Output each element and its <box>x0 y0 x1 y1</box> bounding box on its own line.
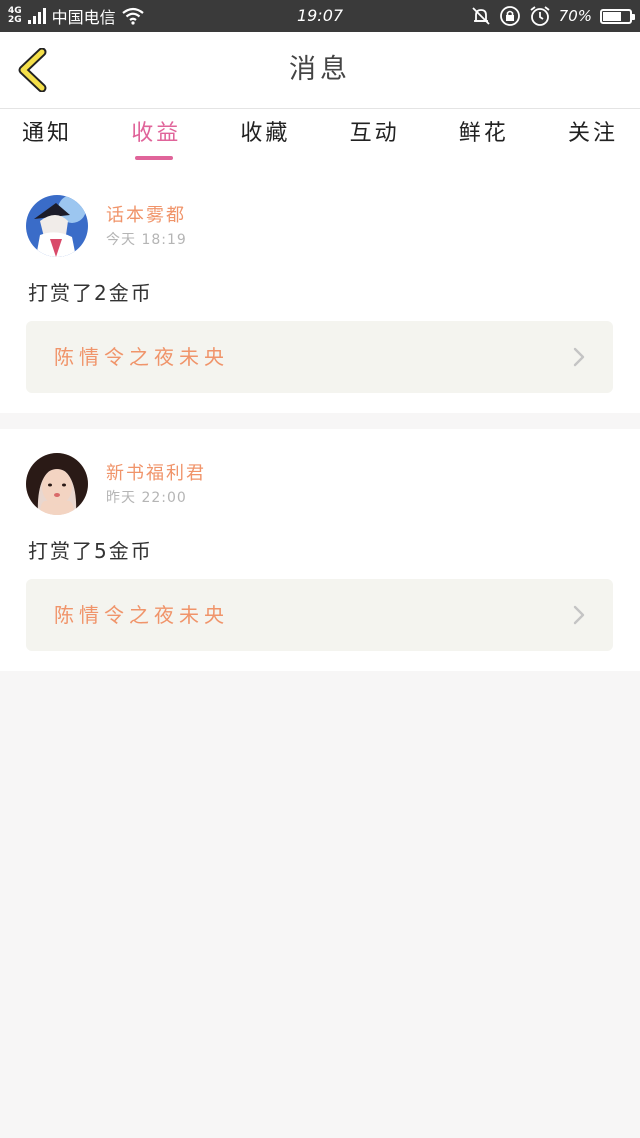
book-title: 陈情令之夜未央 <box>54 603 229 627</box>
chevron-right-icon <box>573 347 585 367</box>
sender-name[interactable]: 话本雾都 <box>106 201 186 227</box>
book-link[interactable]: 陈情令之夜未央 <box>26 579 613 651</box>
message-text: 打赏了5金币 <box>28 539 153 563</box>
tab-favorites[interactable]: 收藏 <box>240 109 290 171</box>
tab-bar: 通知 收益 收藏 互动 鲜花 关注 <box>0 109 640 171</box>
tab-interactions[interactable]: 互动 <box>350 109 400 171</box>
message-time: 昨天 22:00 <box>106 490 187 506</box>
status-bar: 4G 2G 中国电信 19:07 70% <box>0 0 640 32</box>
alarm-icon <box>530 6 550 26</box>
tab-notifications[interactable]: 通知 <box>22 109 72 171</box>
bell-muted-icon <box>472 7 490 25</box>
avatar[interactable] <box>26 195 88 257</box>
chevron-right-icon <box>573 605 585 625</box>
page-title: 消息 <box>289 54 351 85</box>
message-text: 打赏了2金币 <box>28 281 153 305</box>
battery-fill <box>603 11 622 21</box>
message-card: 话本雾都 今天 18:19 打赏了2金币 陈情令之夜未央 <box>0 171 640 413</box>
rotation-lock-icon <box>499 6 520 26</box>
chevron-left-icon <box>18 47 47 93</box>
message-time: 今天 18:19 <box>106 232 187 248</box>
battery-icon <box>600 8 635 24</box>
sender-name[interactable]: 新书福利君 <box>106 459 206 485</box>
back-button[interactable] <box>14 47 54 93</box>
battery-percent: 70% <box>558 7 592 25</box>
book-link[interactable]: 陈情令之夜未央 <box>26 321 613 393</box>
avatar[interactable] <box>26 453 88 515</box>
book-title: 陈情令之夜未央 <box>54 345 229 369</box>
header: 消息 <box>0 32 640 109</box>
tab-earnings[interactable]: 收益 <box>131 109 181 171</box>
message-card: 新书福利君 昨天 22:00 打赏了5金币 陈情令之夜未央 <box>0 429 640 671</box>
tab-follows[interactable]: 关注 <box>568 109 618 171</box>
tab-flowers[interactable]: 鲜花 <box>459 109 509 171</box>
